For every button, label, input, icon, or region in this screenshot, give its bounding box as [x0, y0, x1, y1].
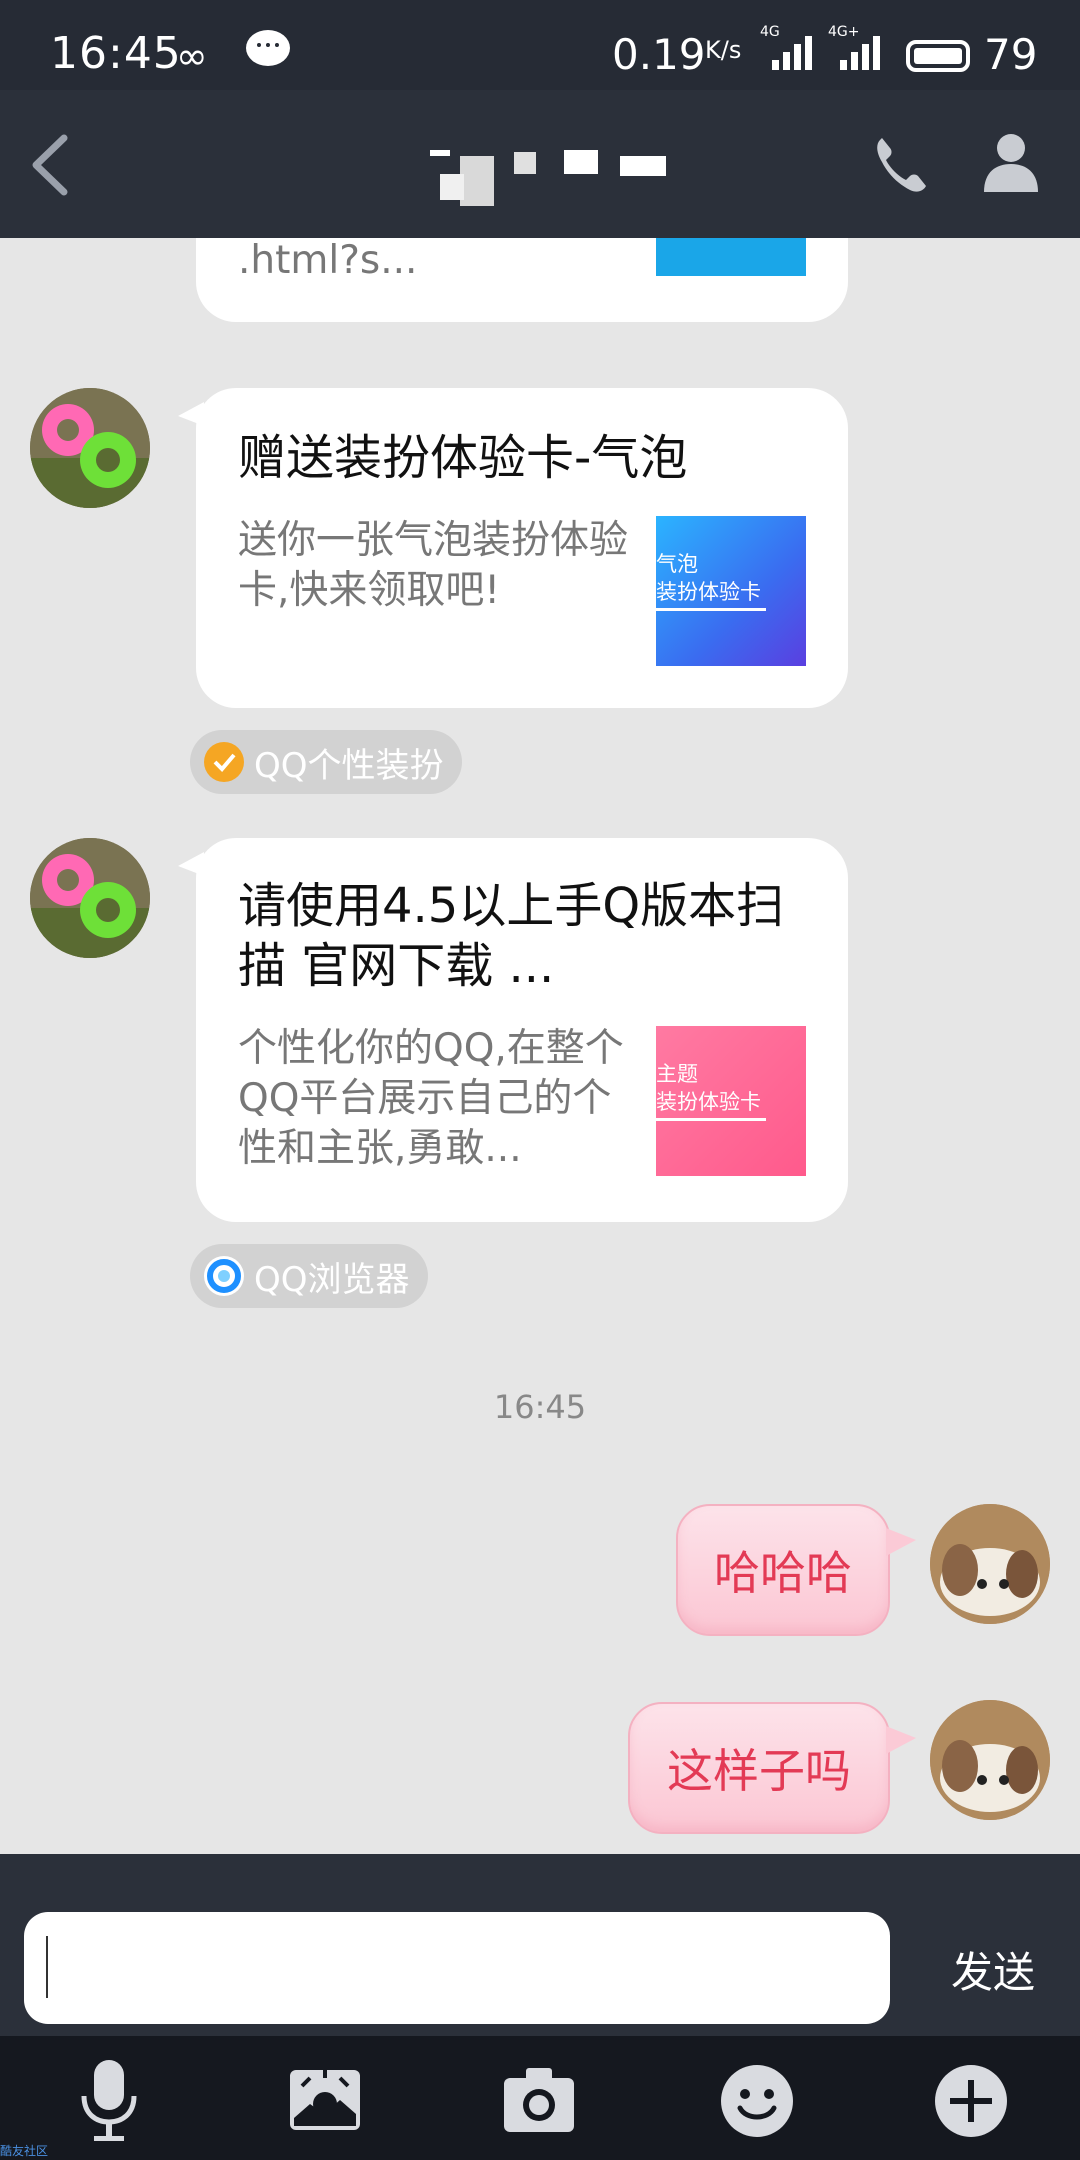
contact-avatar[interactable]: [30, 388, 150, 508]
source-label: QQ浏览器: [254, 1259, 410, 1300]
emoji-icon[interactable]: [712, 2056, 802, 2146]
chat-notification-icon: [246, 30, 290, 66]
message-text: 哈哈哈: [714, 1546, 852, 1600]
text-cursor: [46, 1936, 48, 1998]
card-description: 送你一张气泡装扮体验卡,快来领取吧!: [238, 518, 629, 613]
chat-header: [0, 90, 1080, 238]
card-title: 赠送装扮体验卡-气泡: [238, 430, 688, 486]
back-icon[interactable]: [22, 130, 82, 200]
battery-icon: [906, 40, 970, 72]
message-input[interactable]: [24, 1912, 890, 2024]
link-card-message[interactable]: 请使用4.5以上手Q版本扫描 官网下载 ... 个性化你的QQ,在整个QQ平台展…: [178, 838, 848, 1222]
signal-icon-1: 4G: [760, 24, 812, 70]
partial-card-url: .html?s...: [238, 238, 418, 283]
outgoing-message-bubble[interactable]: 这样子吗: [628, 1702, 890, 1834]
thumb-text-1: 气泡: [656, 552, 698, 576]
bottom-toolbar: 酷友社区: [0, 2036, 1080, 2160]
qq-browser-icon: [204, 1256, 244, 1296]
thumb-text-2: 装扮体验卡: [656, 580, 761, 604]
thumb-text-1: 主题: [656, 1062, 698, 1086]
battery-level: 79: [984, 30, 1038, 79]
bubble-tail: [886, 1528, 916, 1556]
status-time: 16:45: [50, 28, 182, 79]
signal-icon-2: 4G+: [828, 24, 880, 70]
image-gallery-icon[interactable]: [280, 2056, 370, 2146]
my-avatar[interactable]: [930, 1504, 1050, 1624]
bubble-tail: [886, 1726, 916, 1754]
thumb-text-2: 装扮体验卡: [656, 1090, 761, 1114]
thumb-underline: [656, 1118, 766, 1121]
source-tag[interactable]: QQ个性装扮: [190, 730, 462, 794]
partial-link-card[interactable]: .html?s...: [196, 238, 848, 322]
card-title: 请使用4.5以上手Q版本扫描 官网下载 ...: [238, 878, 785, 994]
message-timestamp: 16:45: [493, 1388, 587, 1426]
infinity-icon: ∞: [176, 34, 208, 78]
qq-theme-icon: [204, 742, 244, 782]
network-speed-unit: K/s: [705, 36, 742, 64]
watermark-label: 酷友社区: [0, 2144, 49, 2158]
plus-more-icon[interactable]: [926, 2056, 1016, 2146]
chat-message-list[interactable]: .html?s... 赠送装扮体验卡-气泡 送你一张气泡装扮体验卡,快来领取吧!…: [0, 238, 1080, 1854]
card-thumbnail: 主题 装扮体验卡: [656, 1026, 806, 1176]
thumb-underline: [656, 608, 766, 611]
contact-avatar[interactable]: [30, 838, 150, 958]
input-bar: 发送: [0, 1854, 1080, 2036]
link-card-message[interactable]: 赠送装扮体验卡-气泡 送你一张气泡装扮体验卡,快来领取吧! 气泡 装扮体验卡: [178, 388, 848, 708]
status-bar: 16:45 ∞ 0.19 K/s 4G 4G+ 79: [0, 0, 1080, 90]
card-tail: [178, 852, 204, 876]
camera-icon[interactable]: [494, 2056, 584, 2146]
card-description: 个性化你的QQ,在整个QQ平台展示自己的个性和主张,勇敢...: [238, 1026, 624, 1171]
partial-card-thumbnail: [656, 238, 806, 276]
card-tail: [178, 402, 204, 426]
send-button[interactable]: 发送: [928, 1934, 1058, 2004]
source-label: QQ个性装扮: [254, 745, 444, 786]
phone-call-icon[interactable]: [870, 134, 930, 194]
microphone-icon[interactable]: [64, 2056, 154, 2146]
profile-icon[interactable]: [980, 130, 1042, 196]
contact-name-redacted: [340, 150, 760, 210]
outgoing-message-bubble[interactable]: 哈哈哈: [676, 1504, 890, 1636]
card-thumbnail: 气泡 装扮体验卡: [656, 516, 806, 666]
my-avatar[interactable]: [930, 1700, 1050, 1820]
message-text: 这样子吗: [667, 1744, 851, 1798]
network-speed: 0.19: [612, 30, 706, 79]
source-tag[interactable]: QQ浏览器: [190, 1244, 428, 1308]
